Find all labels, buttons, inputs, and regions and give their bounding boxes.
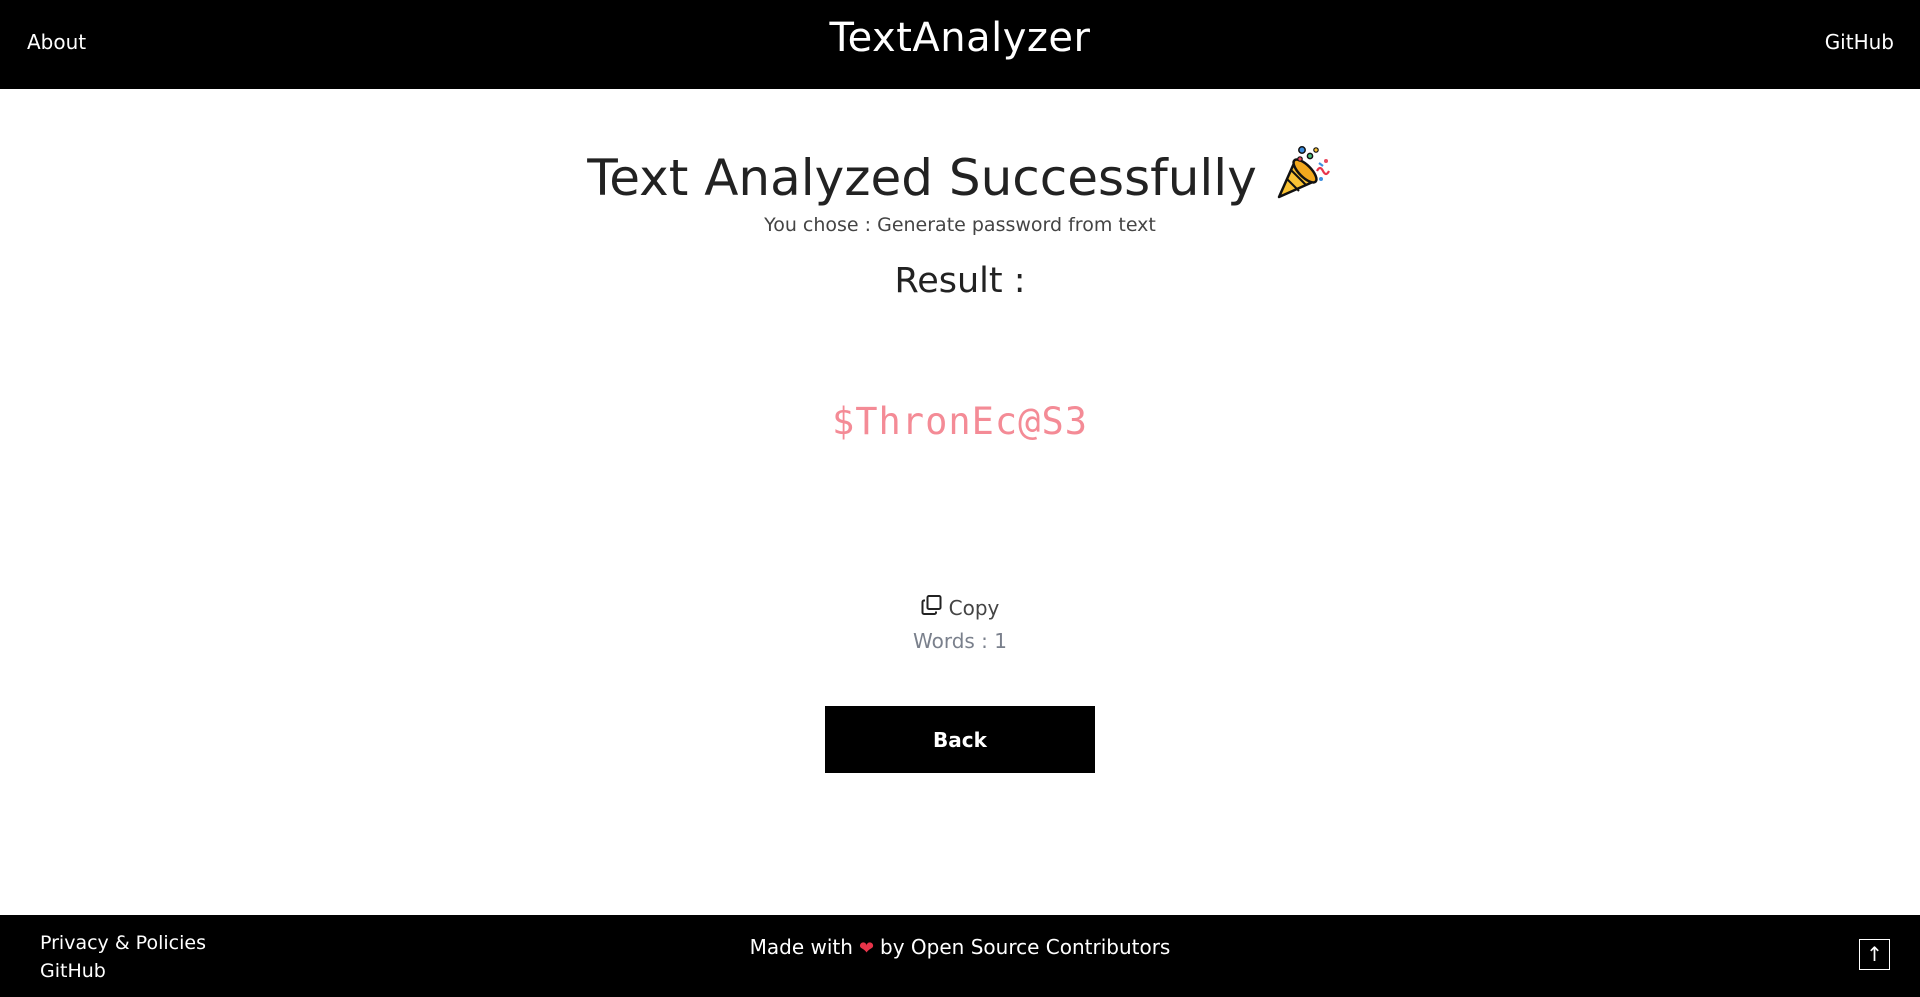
footer-credit: Made with ❤ by Open Source Contributors	[0, 935, 1920, 959]
credit-suffix: by Open Source Contributors	[880, 935, 1171, 959]
copy-button[interactable]: Copy	[0, 594, 1920, 621]
word-count: Words : 1	[912, 629, 1007, 653]
footer-privacy-link[interactable]: Privacy & Policies	[40, 932, 206, 954]
page-title: Text Analyzed Successfully	[587, 149, 1257, 207]
page-title-row: Text Analyzed Successfully	[0, 143, 1920, 213]
back-button[interactable]: Back	[825, 706, 1095, 773]
credit-prefix: Made with	[749, 935, 853, 959]
result-heading: Result :	[894, 261, 1026, 301]
party-popper-icon	[1275, 143, 1333, 213]
chosen-action-text: You chose : Generate password from text	[764, 214, 1156, 236]
footer-github-link[interactable]: GitHub	[40, 960, 106, 982]
result-panel: Text Analyzed Successfully You chose: G…	[0, 89, 1920, 915]
generated-password: $ThronEc@S3	[831, 400, 1089, 443]
page-footer: Privacy & Policies GitHub Made with ❤ by O…	[0, 915, 1920, 997]
heart-icon: ❤	[858, 938, 875, 959]
copy-icon	[921, 594, 943, 621]
copy-label: Copy	[948, 595, 1000, 620]
arrow-up-icon: ↑	[1866, 942, 1883, 966]
brand-title[interactable]: TextAnalyzer	[0, 15, 1920, 61]
scroll-to-top-button[interactable]: ↑	[1859, 939, 1890, 970]
nav-github-link[interactable]: GitHub	[1825, 30, 1894, 54]
top-navbar: About TextAnalyzer GitHub	[0, 0, 1920, 89]
